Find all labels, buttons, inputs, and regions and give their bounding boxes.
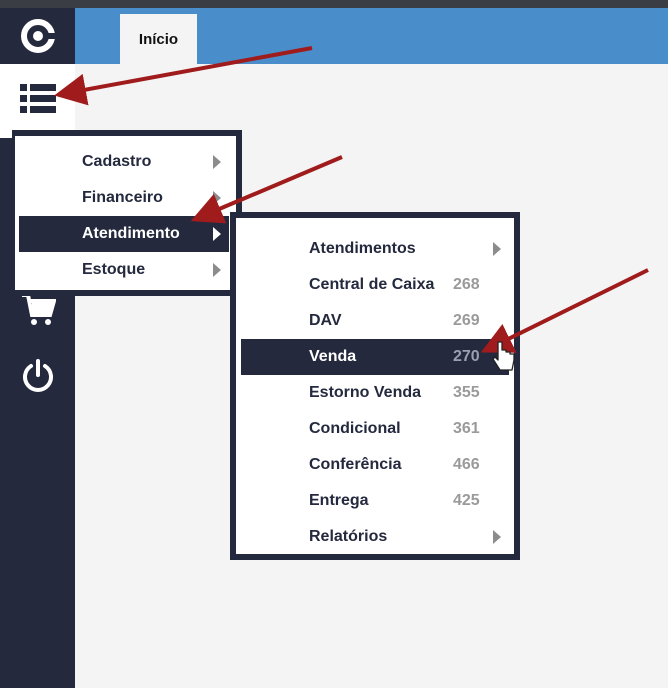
window-top-strip: [0, 0, 668, 8]
atendimento-submenu: Atendimentos Central de Caixa 268 DAV 26…: [230, 212, 520, 560]
chevron-right-icon: [213, 191, 221, 205]
submenu-item-central-de-caixa[interactable]: Central de Caixa 268: [241, 267, 509, 303]
list-menu-icon: [19, 83, 56, 119]
menu-item-atendimento[interactable]: Atendimento: [19, 216, 229, 252]
submenu-item-entrega[interactable]: Entrega 425: [241, 483, 509, 519]
top-header: Início: [75, 8, 668, 64]
submenu-item-venda[interactable]: Venda 270: [241, 339, 509, 375]
menu-toggle-button[interactable]: [0, 64, 75, 138]
logo-icon[interactable]: [0, 8, 75, 64]
submenu-item-relatorios[interactable]: Relatórios: [241, 519, 509, 555]
chevron-right-icon: [493, 242, 501, 256]
tab-inicio[interactable]: Início: [120, 14, 197, 64]
menu-item-cadastro[interactable]: Cadastro: [19, 144, 229, 180]
sidebar: [0, 8, 75, 688]
main-menu-dropdown: Cadastro Financeiro Atendimento Estoque: [12, 130, 242, 296]
chevron-right-icon: [213, 227, 221, 241]
chevron-right-icon: [213, 155, 221, 169]
chevron-right-icon: [213, 263, 221, 277]
submenu-item-estorno-venda[interactable]: Estorno Venda 355: [241, 375, 509, 411]
submenu-item-condicional[interactable]: Condicional 361: [241, 411, 509, 447]
submenu-item-atendimentos[interactable]: Atendimentos: [241, 231, 509, 267]
power-icon[interactable]: [0, 354, 75, 398]
submenu-item-conferencia[interactable]: Conferência 466: [241, 447, 509, 483]
chevron-right-icon: [493, 530, 501, 544]
menu-item-financeiro[interactable]: Financeiro: [19, 180, 229, 216]
submenu-item-dav[interactable]: DAV 269: [241, 303, 509, 339]
menu-item-estoque[interactable]: Estoque: [19, 252, 229, 288]
